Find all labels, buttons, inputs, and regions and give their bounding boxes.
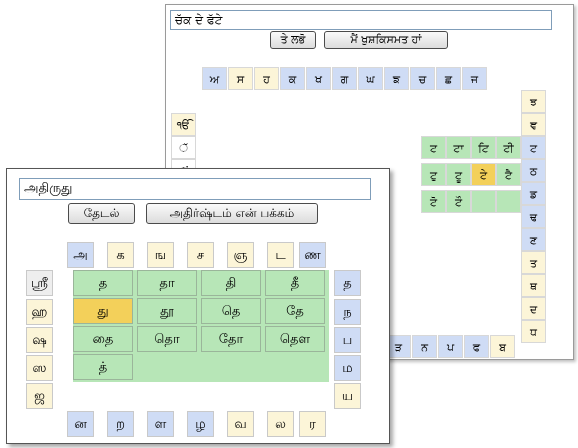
tamil-key[interactable]: ண bbox=[299, 242, 326, 268]
tamil-key[interactable]: க bbox=[107, 242, 134, 268]
gurmukhi-tile[interactable]: ਟੌ bbox=[446, 190, 471, 213]
gurmukhi-key[interactable]: ਸ bbox=[228, 67, 253, 90]
tamil-key[interactable]: ஹ bbox=[26, 299, 53, 325]
gurmukhi-key[interactable]: ਪ bbox=[438, 335, 463, 358]
gurmukhi-key[interactable]: ਤ bbox=[521, 251, 546, 274]
gurmukhi-key[interactable]: ਟ bbox=[521, 136, 546, 159]
tamil-key[interactable]: ன bbox=[67, 411, 94, 437]
tamil-key[interactable]: அ bbox=[67, 242, 94, 268]
tamil-key[interactable]: ட bbox=[267, 242, 294, 268]
tamil-tile-selected[interactable]: து bbox=[73, 298, 133, 324]
gurmukhi-tile[interactable]: ਟੋ bbox=[421, 190, 446, 213]
tamil-tile[interactable]: தை bbox=[73, 326, 133, 352]
tamil-lucky-button[interactable]: அதிர்ஷ்டம் என் பக்கம் bbox=[146, 203, 318, 224]
tamil-key[interactable]: த bbox=[334, 270, 361, 296]
gurmukhi-key[interactable]: ਧ bbox=[521, 320, 546, 343]
gurmukhi-key[interactable]: ਞ bbox=[521, 113, 546, 136]
tamil-tile[interactable]: த bbox=[73, 270, 133, 296]
tamil-key[interactable]: ச bbox=[187, 242, 214, 268]
gurmukhi-key[interactable]: ਬ bbox=[490, 335, 515, 358]
gurmukhi-key[interactable]: ਚ bbox=[410, 67, 435, 90]
gurmukhi-tile[interactable]: ਟੈ bbox=[496, 163, 521, 186]
gurmukhi-key[interactable]: ਅ bbox=[202, 67, 227, 90]
tamil-tile[interactable]: த் bbox=[73, 354, 133, 380]
gurmukhi-tile[interactable]: ਟ bbox=[421, 136, 446, 159]
tamil-tile[interactable]: தொ bbox=[137, 326, 197, 352]
gurmukhi-key[interactable]: ਝ bbox=[521, 90, 546, 113]
tamil-key[interactable]: ஸ்ரீ bbox=[26, 270, 53, 296]
gurmukhi-tile[interactable]: ਟੀ bbox=[496, 136, 521, 159]
gurmukhi-key[interactable]: ਦ bbox=[521, 297, 546, 320]
gurmukhi-search-button[interactable]: ਤੇ ਲਭੋ bbox=[270, 31, 316, 49]
gurmukhi-key[interactable]: ਠ bbox=[521, 159, 546, 182]
tamil-tile[interactable]: தெ bbox=[201, 298, 261, 324]
gurmukhi-key[interactable]: ਘ bbox=[358, 67, 383, 90]
tamil-tile[interactable]: தௌ bbox=[265, 326, 325, 352]
gurmukhi-key[interactable]: ਣ bbox=[521, 228, 546, 251]
tamil-key[interactable]: ங bbox=[147, 242, 174, 268]
gurmukhi-key[interactable]: ਹ bbox=[254, 67, 279, 90]
gurmukhi-tile[interactable]: ਟੂ bbox=[446, 163, 471, 186]
gurmukhi-tile[interactable]: ਟਾ bbox=[446, 136, 471, 159]
tamil-key[interactable]: ஞ bbox=[227, 242, 254, 268]
gurmukhi-key[interactable]: ਢ bbox=[521, 205, 546, 228]
tamil-key[interactable]: வ bbox=[227, 411, 254, 437]
gurmukhi-key[interactable]: ੴ bbox=[171, 113, 196, 136]
tamil-key[interactable]: ம bbox=[334, 355, 361, 381]
gurmukhi-lucky-button[interactable]: ਮੈਂ ਖੁਸ਼ਕਿਸਮਤ ਹਾਂ bbox=[324, 31, 448, 49]
tamil-key[interactable]: ற bbox=[107, 411, 134, 437]
gurmukhi-tile[interactable]: ਟਿ bbox=[471, 136, 496, 159]
gurmukhi-key[interactable]: ਛ bbox=[436, 67, 461, 90]
tamil-key[interactable]: ழ bbox=[187, 411, 214, 437]
tamil-key[interactable]: ப bbox=[334, 327, 361, 353]
tamil-key[interactable]: ர bbox=[299, 411, 326, 437]
gurmukhi-tile-empty bbox=[471, 190, 496, 213]
gurmukhi-key[interactable]: ਗ bbox=[332, 67, 357, 90]
tamil-search-button[interactable]: தேடல் bbox=[68, 203, 135, 224]
gurmukhi-key[interactable]: ਡ bbox=[521, 182, 546, 205]
gurmukhi-tile[interactable]: ਟੁ bbox=[421, 163, 446, 186]
gurmukhi-key[interactable]: ਜ bbox=[462, 67, 487, 90]
gurmukhi-tile-empty bbox=[496, 190, 521, 213]
tamil-tile[interactable]: தூ bbox=[137, 298, 197, 324]
tamil-keyboard-window: அதிருது தேடல் அதிர்ஷ்டம் என் பக்கம் அ க … bbox=[6, 168, 390, 444]
gurmukhi-key[interactable]: ੱ bbox=[171, 136, 196, 159]
tamil-key[interactable]: ந bbox=[334, 299, 361, 325]
tamil-tile[interactable]: தி bbox=[201, 270, 261, 296]
tamil-key[interactable]: ல bbox=[267, 411, 294, 437]
tamil-key[interactable]: ய bbox=[334, 383, 361, 409]
tamil-key[interactable]: ஸ bbox=[26, 355, 53, 381]
gurmukhi-key[interactable]: ਕ bbox=[280, 67, 305, 90]
tamil-tile[interactable]: தோ bbox=[201, 326, 261, 352]
tamil-key[interactable]: ள bbox=[147, 411, 174, 437]
gurmukhi-key[interactable]: ਫ bbox=[464, 335, 489, 358]
tamil-key[interactable]: ஜ bbox=[26, 383, 53, 409]
gurmukhi-key[interactable]: ਖ bbox=[306, 67, 331, 90]
gurmukhi-key[interactable]: ਙ bbox=[384, 67, 409, 90]
gurmukhi-search-input[interactable]: ਚੱਕ ਦੇ ਫੱਟੇ bbox=[170, 10, 552, 30]
tamil-key[interactable]: ஷ bbox=[26, 327, 53, 353]
tamil-tile[interactable]: தே bbox=[265, 298, 325, 324]
tamil-tile[interactable]: தா bbox=[137, 270, 197, 296]
tamil-tile[interactable]: தீ bbox=[265, 270, 325, 296]
gurmukhi-key[interactable]: ਥ bbox=[521, 274, 546, 297]
tamil-search-input[interactable]: அதிருது bbox=[19, 178, 371, 200]
gurmukhi-tile-selected[interactable]: ਟੇ bbox=[471, 163, 496, 186]
gurmukhi-key[interactable]: ਨ bbox=[412, 335, 437, 358]
